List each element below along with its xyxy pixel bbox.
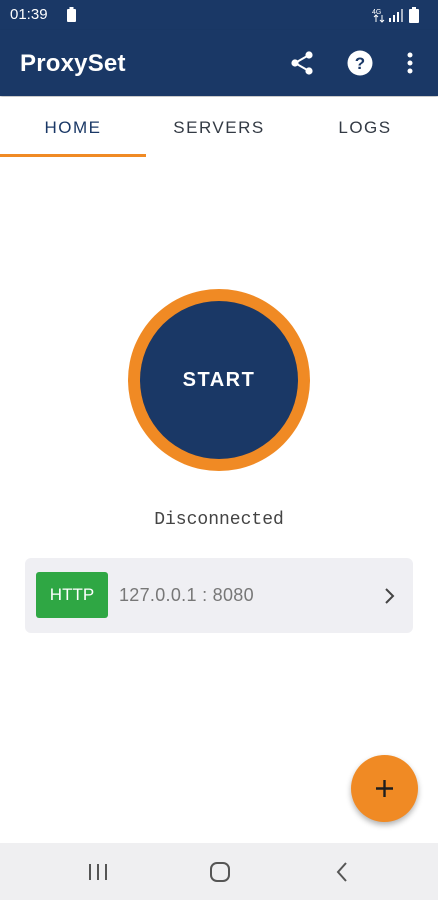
help-icon[interactable]: ? <box>347 50 373 76</box>
tab-bar: HOME SERVERS LOGS <box>0 97 438 157</box>
app-title: ProxySet <box>20 50 126 77</box>
home-icon[interactable] <box>207 859 233 885</box>
protocol-badge: HTTP <box>36 572 108 618</box>
server-address: 127.0.0.1 : 8080 <box>119 585 254 605</box>
more-vert-icon[interactable] <box>397 50 423 76</box>
signal-icon: 4G <box>372 7 419 23</box>
tab-indicator <box>0 154 146 157</box>
status-indicators: 4G <box>372 6 428 24</box>
svg-text:4G: 4G <box>372 9 381 16</box>
server-item[interactable]: HTTP 127.0.0.1 : 8080 <box>25 558 413 633</box>
add-server-button[interactable] <box>351 755 418 822</box>
chevron-right-icon <box>385 588 395 604</box>
back-icon[interactable] <box>330 859 356 885</box>
app-bar: ProxySet ? <box>0 30 438 96</box>
svg-text:?: ? <box>355 54 365 73</box>
start-button-label: START <box>140 301 298 459</box>
connection-status: Disconnected <box>154 510 284 530</box>
tab-logs[interactable]: LOGS <box>292 97 438 157</box>
tab-home[interactable]: HOME <box>0 97 146 157</box>
plus-icon <box>376 780 393 797</box>
system-nav-bar <box>0 843 438 900</box>
battery-icon <box>67 7 76 22</box>
tab-servers[interactable]: SERVERS <box>146 97 292 157</box>
status-time: 01:39 <box>10 6 48 23</box>
status-bar: 01:39 4G <box>0 0 438 30</box>
share-icon[interactable] <box>289 50 315 76</box>
recent-apps-icon[interactable] <box>85 859 111 885</box>
start-button[interactable]: START <box>128 289 310 471</box>
